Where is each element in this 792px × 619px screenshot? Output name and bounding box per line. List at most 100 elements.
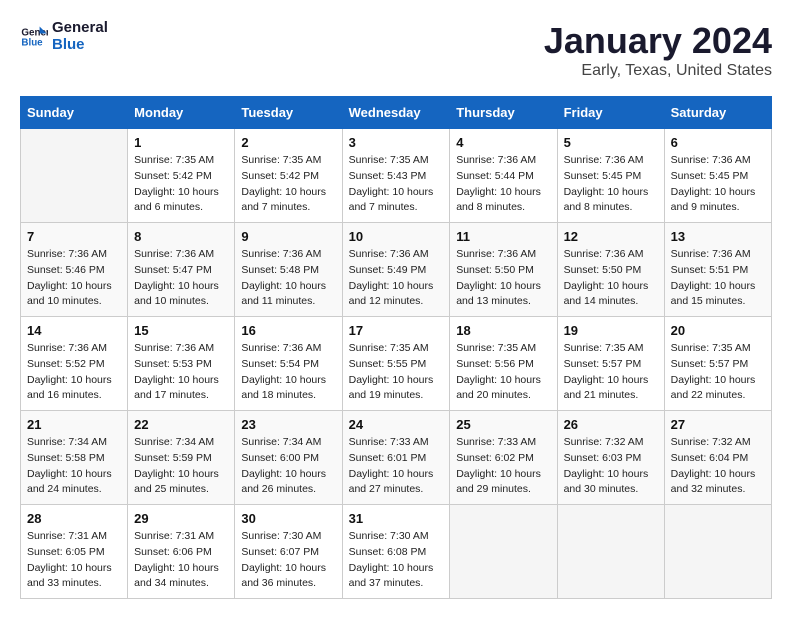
day-info: Sunrise: 7:33 AM Sunset: 6:01 PM Dayligh… — [349, 435, 444, 498]
day-number: 2 — [241, 135, 335, 150]
day-info: Sunrise: 7:35 AM Sunset: 5:42 PM Dayligh… — [241, 153, 335, 216]
day-number: 6 — [671, 135, 765, 150]
cell-w0-d2: 2 Sunrise: 7:35 AM Sunset: 5:42 PM Daylig… — [235, 129, 342, 223]
header-tuesday: Tuesday — [235, 97, 342, 129]
day-number: 23 — [241, 417, 335, 432]
day-info: Sunrise: 7:36 AM Sunset: 5:54 PM Dayligh… — [241, 341, 335, 404]
cell-w3-d6: 27 Sunrise: 7:32 AM Sunset: 6:04 PM Dayli… — [664, 411, 771, 505]
cell-w2-d0: 14 Sunrise: 7:36 AM Sunset: 5:52 PM Dayli… — [21, 317, 128, 411]
day-info: Sunrise: 7:35 AM Sunset: 5:55 PM Dayligh… — [349, 341, 444, 404]
day-number: 25 — [456, 417, 550, 432]
day-number: 18 — [456, 323, 550, 338]
cell-w0-d0 — [21, 129, 128, 223]
cell-w2-d5: 19 Sunrise: 7:35 AM Sunset: 5:57 PM Dayli… — [557, 317, 664, 411]
logo-general: General — [52, 20, 108, 37]
day-number: 16 — [241, 323, 335, 338]
day-number: 22 — [134, 417, 228, 432]
calendar-subtitle: Early, Texas, United States — [544, 62, 772, 80]
day-number: 29 — [134, 511, 228, 526]
day-number: 5 — [564, 135, 658, 150]
day-number: 30 — [241, 511, 335, 526]
day-number: 19 — [564, 323, 658, 338]
day-info: Sunrise: 7:36 AM Sunset: 5:44 PM Dayligh… — [456, 153, 550, 216]
day-number: 10 — [349, 229, 444, 244]
day-info: Sunrise: 7:36 AM Sunset: 5:46 PM Dayligh… — [27, 247, 121, 310]
day-number: 15 — [134, 323, 228, 338]
logo-icon: General Blue — [20, 23, 48, 51]
header-sunday: Sunday — [21, 97, 128, 129]
cell-w3-d1: 22 Sunrise: 7:34 AM Sunset: 5:59 PM Dayli… — [128, 411, 235, 505]
cell-w1-d6: 13 Sunrise: 7:36 AM Sunset: 5:51 PM Dayli… — [664, 223, 771, 317]
day-info: Sunrise: 7:36 AM Sunset: 5:51 PM Dayligh… — [671, 247, 765, 310]
day-info: Sunrise: 7:31 AM Sunset: 6:06 PM Dayligh… — [134, 529, 228, 592]
header-monday: Monday — [128, 97, 235, 129]
day-number: 14 — [27, 323, 121, 338]
day-info: Sunrise: 7:33 AM Sunset: 6:02 PM Dayligh… — [456, 435, 550, 498]
cell-w1-d0: 7 Sunrise: 7:36 AM Sunset: 5:46 PM Daylig… — [21, 223, 128, 317]
day-info: Sunrise: 7:36 AM Sunset: 5:47 PM Dayligh… — [134, 247, 228, 310]
svg-text:Blue: Blue — [21, 37, 43, 48]
week-row-3: 14 Sunrise: 7:36 AM Sunset: 5:52 PM Dayli… — [21, 317, 772, 411]
cell-w3-d5: 26 Sunrise: 7:32 AM Sunset: 6:03 PM Dayli… — [557, 411, 664, 505]
cell-w2-d4: 18 Sunrise: 7:35 AM Sunset: 5:56 PM Dayli… — [450, 317, 557, 411]
day-info: Sunrise: 7:34 AM Sunset: 6:00 PM Dayligh… — [241, 435, 335, 498]
day-info: Sunrise: 7:35 AM Sunset: 5:57 PM Dayligh… — [671, 341, 765, 404]
day-number: 31 — [349, 511, 444, 526]
cell-w1-d2: 9 Sunrise: 7:36 AM Sunset: 5:48 PM Daylig… — [235, 223, 342, 317]
cell-w2-d2: 16 Sunrise: 7:36 AM Sunset: 5:54 PM Dayli… — [235, 317, 342, 411]
cell-w4-d5 — [557, 505, 664, 599]
day-number: 9 — [241, 229, 335, 244]
day-number: 8 — [134, 229, 228, 244]
day-info: Sunrise: 7:34 AM Sunset: 5:58 PM Dayligh… — [27, 435, 121, 498]
cell-w1-d1: 8 Sunrise: 7:36 AM Sunset: 5:47 PM Daylig… — [128, 223, 235, 317]
cell-w4-d2: 30 Sunrise: 7:30 AM Sunset: 6:07 PM Dayli… — [235, 505, 342, 599]
day-info: Sunrise: 7:30 AM Sunset: 6:08 PM Dayligh… — [349, 529, 444, 592]
day-info: Sunrise: 7:36 AM Sunset: 5:52 PM Dayligh… — [27, 341, 121, 404]
day-info: Sunrise: 7:32 AM Sunset: 6:04 PM Dayligh… — [671, 435, 765, 498]
day-number: 7 — [27, 229, 121, 244]
day-number: 4 — [456, 135, 550, 150]
day-info: Sunrise: 7:36 AM Sunset: 5:48 PM Dayligh… — [241, 247, 335, 310]
page-header: General Blue General Blue January 2024 E… — [20, 20, 772, 80]
day-info: Sunrise: 7:36 AM Sunset: 5:50 PM Dayligh… — [564, 247, 658, 310]
day-number: 24 — [349, 417, 444, 432]
cell-w1-d4: 11 Sunrise: 7:36 AM Sunset: 5:50 PM Dayli… — [450, 223, 557, 317]
day-number: 13 — [671, 229, 765, 244]
day-info: Sunrise: 7:34 AM Sunset: 5:59 PM Dayligh… — [134, 435, 228, 498]
day-info: Sunrise: 7:31 AM Sunset: 6:05 PM Dayligh… — [27, 529, 121, 592]
day-info: Sunrise: 7:36 AM Sunset: 5:49 PM Dayligh… — [349, 247, 444, 310]
day-number: 27 — [671, 417, 765, 432]
day-number: 26 — [564, 417, 658, 432]
logo-blue: Blue — [52, 37, 108, 54]
day-number: 1 — [134, 135, 228, 150]
cell-w1-d3: 10 Sunrise: 7:36 AM Sunset: 5:49 PM Dayli… — [342, 223, 450, 317]
cell-w0-d3: 3Sunrise: 7:35 AM Sunset: 5:43 PM Daylig… — [342, 129, 450, 223]
day-number: 20 — [671, 323, 765, 338]
title-area: January 2024 Early, Texas, United States — [544, 20, 772, 80]
cell-w3-d3: 24 Sunrise: 7:33 AM Sunset: 6:01 PM Dayli… — [342, 411, 450, 505]
header-row: SundayMondayTuesdayWednesdayThursdayFrid… — [21, 97, 772, 129]
day-number: 17 — [349, 323, 444, 338]
day-info: Sunrise: 7:36 AM Sunset: 5:50 PM Dayligh… — [456, 247, 550, 310]
day-info: Sunrise: 7:35 AM Sunset: 5:42 PM Dayligh… — [134, 153, 228, 216]
cell-w4-d3: 31 Sunrise: 7:30 AM Sunset: 6:08 PM Dayli… — [342, 505, 450, 599]
cell-w4-d4 — [450, 505, 557, 599]
day-info: Sunrise: 7:35 AM Sunset: 5:56 PM Dayligh… — [456, 341, 550, 404]
week-row-5: 28Sunrise: 7:31 AM Sunset: 6:05 PM Dayli… — [21, 505, 772, 599]
day-info: Sunrise: 7:36 AM Sunset: 5:45 PM Dayligh… — [564, 153, 658, 216]
week-row-4: 21 Sunrise: 7:34 AM Sunset: 5:58 PM Dayli… — [21, 411, 772, 505]
day-info: Sunrise: 7:30 AM Sunset: 6:07 PM Dayligh… — [241, 529, 335, 592]
day-number: 11 — [456, 229, 550, 244]
cell-w0-d4: 4 Sunrise: 7:36 AM Sunset: 5:44 PM Daylig… — [450, 129, 557, 223]
cell-w4-d6 — [664, 505, 771, 599]
day-info: Sunrise: 7:32 AM Sunset: 6:03 PM Dayligh… — [564, 435, 658, 498]
cell-w4-d0: 28Sunrise: 7:31 AM Sunset: 6:05 PM Dayli… — [21, 505, 128, 599]
cell-w3-d2: 23 Sunrise: 7:34 AM Sunset: 6:00 PM Dayli… — [235, 411, 342, 505]
day-info: Sunrise: 7:35 AM Sunset: 5:57 PM Dayligh… — [564, 341, 658, 404]
cell-w0-d6: 6Sunrise: 7:36 AM Sunset: 5:45 PM Daylig… — [664, 129, 771, 223]
cell-w3-d0: 21 Sunrise: 7:34 AM Sunset: 5:58 PM Dayli… — [21, 411, 128, 505]
header-thursday: Thursday — [450, 97, 557, 129]
calendar-title: January 2024 — [544, 20, 772, 62]
day-number: 21 — [27, 417, 121, 432]
cell-w1-d5: 12Sunrise: 7:36 AM Sunset: 5:50 PM Dayli… — [557, 223, 664, 317]
